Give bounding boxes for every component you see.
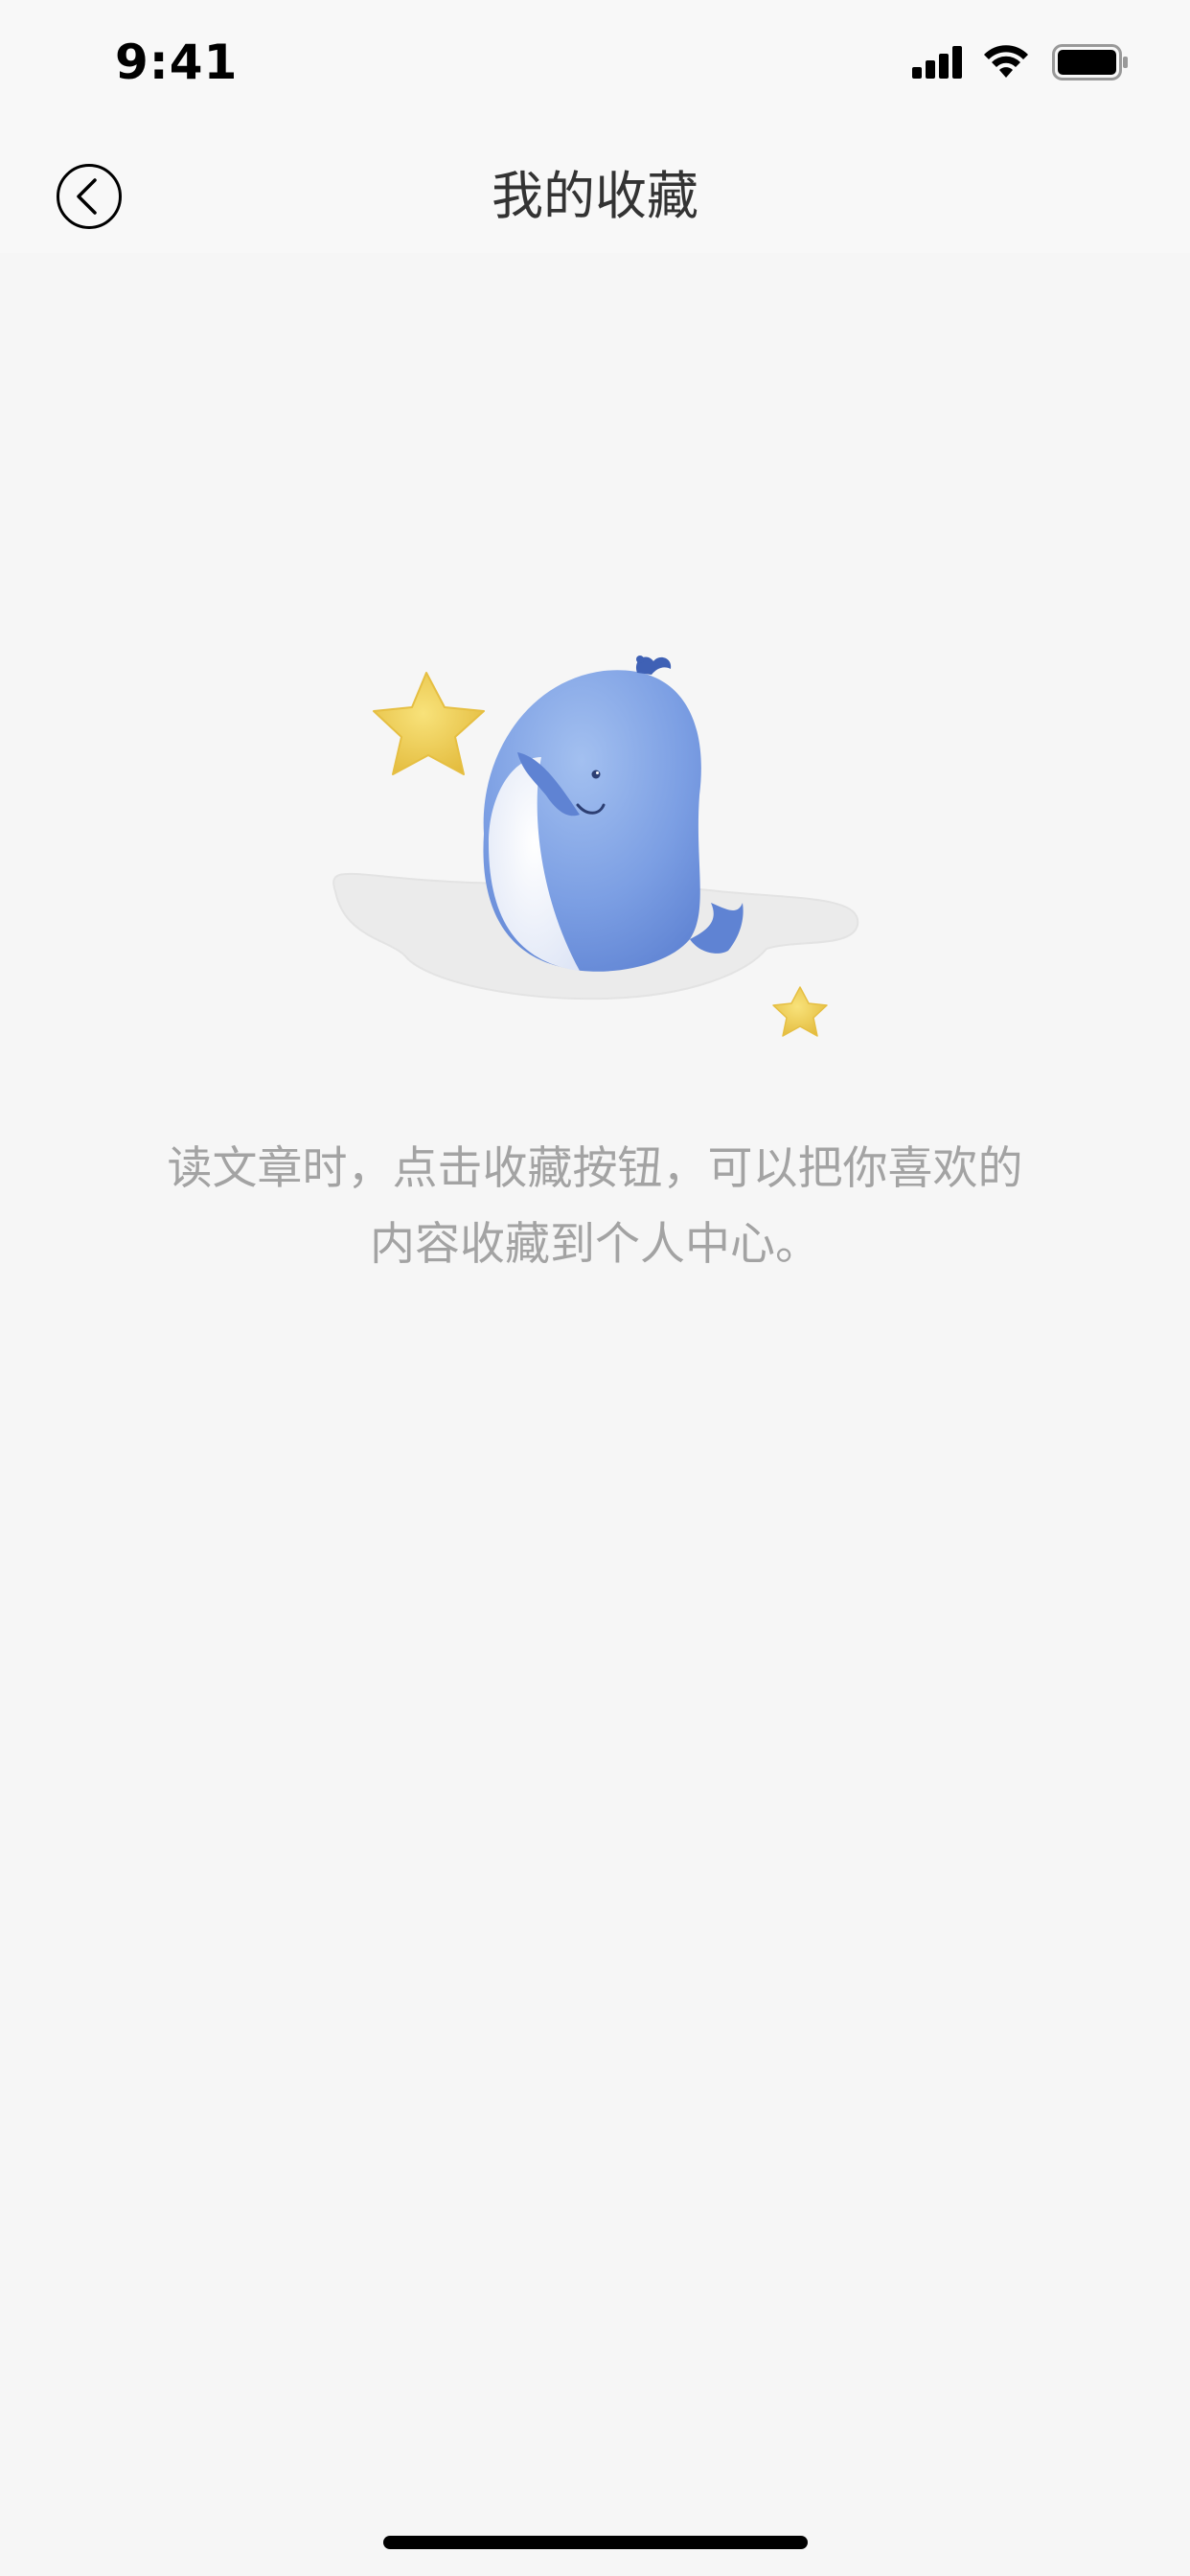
status-bar: 9:41 <box>0 0 1190 126</box>
empty-state-message: 读文章时，点击收藏按钮，可以把你喜欢的内容收藏到个人中心。 <box>167 1142 1023 1271</box>
nav-bar: 我的收藏 <box>0 126 1190 253</box>
signal-icon <box>912 46 964 79</box>
page-title: 我的收藏 <box>492 166 698 226</box>
status-icons <box>912 42 1129 82</box>
whale-holding-star-illustration <box>316 652 872 1073</box>
battery-icon <box>1052 44 1129 80</box>
wifi-icon <box>983 45 1029 80</box>
home-indicator[interactable] <box>383 2536 808 2549</box>
status-time: 9:41 <box>115 34 239 90</box>
